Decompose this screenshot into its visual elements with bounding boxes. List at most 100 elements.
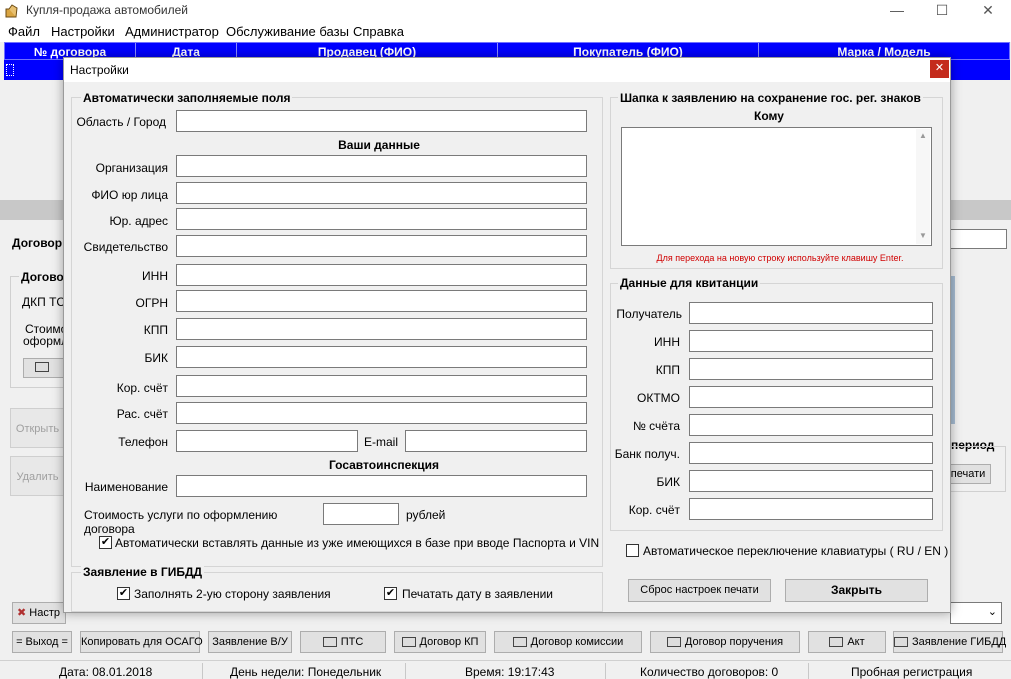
account-number-input[interactable] [689, 414, 933, 436]
region-label: Область / Город [76, 115, 166, 129]
settings-button[interactable]: ✖ Настр [12, 602, 66, 624]
minimize-button[interactable]: — [875, 0, 919, 22]
receipt-legend: Данные для квитанции [618, 276, 761, 290]
account-input[interactable] [176, 402, 587, 424]
act-button-label: Акт [847, 636, 865, 648]
certificate-input[interactable] [176, 235, 587, 257]
printer-icon [35, 362, 49, 372]
chevron-down-icon: ⌄ [987, 606, 997, 618]
phone-label: Телефон [118, 435, 168, 449]
gibdd-statement-button[interactable]: Заявление ГИБДД [893, 631, 1007, 653]
certificate-label: Свидетельство [83, 240, 168, 254]
inn-label: ИНН [142, 269, 168, 283]
menu-file[interactable]: Файл [8, 24, 40, 39]
bank-label: Банк получ. [614, 447, 680, 461]
statement-vu-button[interactable]: Заявление В/У [208, 631, 292, 653]
printer-icon [322, 637, 337, 648]
app-icon [5, 4, 21, 18]
print-date-checkbox[interactable]: ✔ [384, 587, 397, 600]
account-number-label: № счёта [632, 419, 680, 433]
receipt-kpp-input[interactable] [689, 358, 933, 380]
legal-person-input[interactable] [176, 182, 587, 204]
agency-contract-button-label: Договор поручения [684, 636, 784, 648]
close-window-button[interactable]: ✕ [966, 0, 1010, 22]
receipt-corr-account-label: Кор. счёт [628, 503, 680, 517]
print-settings-button[interactable]: печати [945, 464, 991, 484]
gibdd-legend: Заявление в ГИБДД [81, 565, 205, 579]
legal-address-input[interactable] [176, 208, 587, 230]
bg-print-button[interactable] [23, 358, 65, 378]
close-button[interactable]: Закрыть [785, 579, 928, 602]
reset-print-button[interactable]: Сброс настроек печати [628, 579, 771, 602]
menu-settings[interactable]: Настройки [51, 24, 115, 39]
corr-account-label: Кор. счёт [116, 381, 168, 395]
keyboard-switch-checkbox[interactable] [626, 544, 639, 557]
check-icon: ✔ [118, 587, 129, 599]
menu-admin[interactable]: Администратор [125, 24, 219, 39]
open-button[interactable]: Открыть [10, 408, 65, 448]
printer-icon [401, 637, 416, 648]
scroll-down-icon[interactable]: ▼ [919, 231, 927, 240]
row-selector[interactable] [6, 64, 14, 76]
bank-input[interactable] [689, 442, 933, 464]
legal-address-label: Юр. адрес [109, 214, 169, 228]
contract-label: Договор [12, 236, 63, 250]
account-label: Рас. счёт [116, 407, 168, 421]
close-icon[interactable]: ✕ [930, 60, 949, 78]
autofill-checkbox[interactable]: ✔ [99, 536, 112, 549]
inn-input[interactable] [176, 264, 587, 286]
gibdd-statement-button-label: Заявление ГИБДД [912, 636, 1007, 648]
menu-db-maintenance[interactable]: Обслуживание базы [226, 24, 349, 39]
agency-contract-button[interactable]: Договор поручения [650, 631, 800, 653]
status-date: Дата: 08.01.2018 [59, 665, 153, 679]
settings-dialog: Настройки ✕ Автоматически заполняемые по… [63, 57, 951, 613]
phone-input[interactable] [176, 430, 358, 452]
oktmo-input[interactable] [689, 386, 933, 408]
bg-input[interactable] [950, 229, 1007, 249]
service-cost-input[interactable] [323, 503, 399, 525]
act-button[interactable]: Акт [808, 631, 886, 653]
copy-osago-button[interactable]: Копировать для ОСАГО [80, 631, 203, 653]
recipient-label: Получатель [616, 307, 682, 321]
receipt-bik-input[interactable] [689, 470, 933, 492]
corr-account-input[interactable] [176, 375, 587, 397]
exit-button[interactable]: = Выход = [12, 631, 72, 653]
bik-input[interactable] [176, 346, 587, 368]
receipt-bik-label: БИК [656, 475, 681, 489]
receipt-inn-input[interactable] [689, 330, 933, 352]
keyboard-switch-label: Автоматическое переключение клавиатуры (… [643, 544, 949, 558]
cost-unit-label: рублей [406, 508, 446, 522]
textarea-scrollbar[interactable]: ▲ ▼ [916, 129, 930, 244]
bik-label: БИК [144, 351, 169, 365]
delete-button[interactable]: Удалить [10, 456, 65, 496]
scroll-up-icon[interactable]: ▲ [919, 131, 927, 140]
gai-name-input[interactable] [176, 475, 587, 497]
org-input[interactable] [176, 155, 587, 177]
check-icon: ✔ [385, 587, 396, 599]
contract-kp-button-label: Договор КП [419, 636, 479, 648]
menu-bar: Файл Настройки Администратор Обслуживани… [0, 22, 1011, 42]
window-title: Купля-продажа автомобилей [26, 3, 188, 17]
bg-select[interactable]: ⌄ [950, 602, 1002, 624]
to-textarea[interactable] [621, 127, 932, 246]
check-icon: ✔ [100, 536, 111, 548]
commission-contract-button[interactable]: Договор комиссии [494, 631, 642, 653]
fill-second-side-checkbox[interactable]: ✔ [117, 587, 130, 600]
to-label: Кому [754, 109, 784, 123]
recipient-input[interactable] [689, 302, 933, 324]
printer-icon [829, 637, 844, 648]
contract-kp-button[interactable]: Договор КП [394, 631, 486, 653]
region-input[interactable] [176, 110, 587, 132]
maximize-button[interactable]: ☐ [920, 0, 964, 22]
menu-help[interactable]: Справка [353, 24, 404, 39]
email-input[interactable] [405, 430, 587, 452]
auto-fill-legend: Автоматически заполняемые поля [81, 91, 293, 105]
status-bar: Дата: 08.01.2018 День недели: Понедельни… [0, 660, 1011, 679]
pts-button[interactable]: ПТС [300, 631, 386, 653]
receipt-corr-account-input[interactable] [689, 498, 933, 520]
kpp-input[interactable] [176, 318, 587, 340]
gai-heading: Госавтоинспекция [328, 458, 440, 472]
ogrn-input[interactable] [176, 290, 587, 312]
printer-icon [666, 637, 681, 648]
kpp-label: КПП [143, 323, 168, 337]
